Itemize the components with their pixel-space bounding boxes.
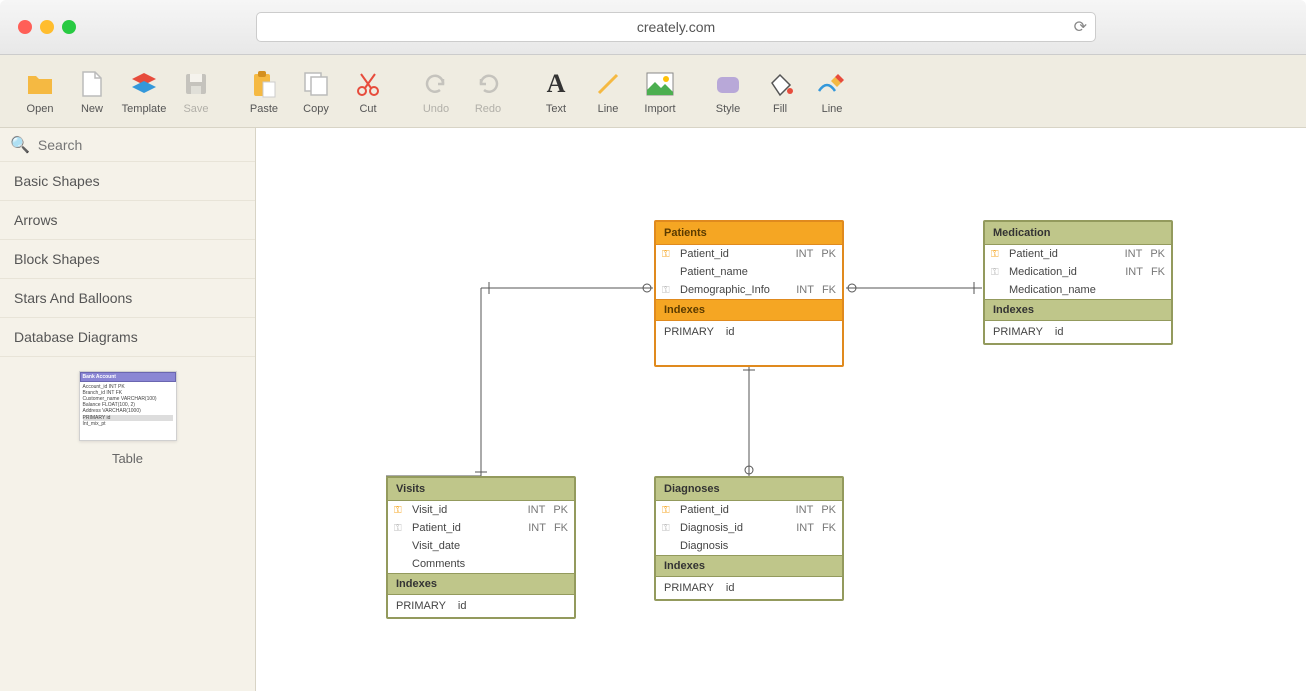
sidebar-item-stars-balloons[interactable]: Stars And Balloons (0, 279, 255, 318)
sidebar-item-database-diagrams[interactable]: Database Diagrams (0, 318, 255, 357)
redo-button[interactable]: Redo (462, 61, 514, 121)
sidebar-item-basic-shapes[interactable]: Basic Shapes (0, 162, 255, 201)
field-row: ⚿Demographic_InfoINTFK (656, 281, 842, 299)
index-row: PRIMARYid (656, 321, 842, 343)
field-row: Patient_name (656, 263, 842, 281)
field-row: ⚿Patient_idINTPK (656, 245, 842, 263)
indexes-header: Indexes (985, 299, 1171, 321)
field-row: ⚿Patient_idINTPK (656, 501, 842, 519)
key-icon: ⚿ (662, 249, 672, 260)
search-input[interactable] (38, 137, 245, 153)
field-row: Visit_date (388, 537, 574, 555)
scissors-icon (352, 68, 384, 100)
url-text: creately.com (637, 19, 715, 35)
style-icon (712, 68, 744, 100)
entity-title: Patients (656, 222, 842, 245)
field-row: ⚿Patient_idINTPK (985, 245, 1171, 263)
layers-icon (128, 68, 160, 100)
cut-button[interactable]: Cut (342, 61, 394, 121)
window-controls (18, 20, 76, 34)
entity-visits[interactable]: Visits ⚿Visit_idINTPK ⚿Patient_idINTFK V… (386, 476, 576, 619)
index-row: PRIMARYid (656, 577, 842, 599)
fill-button[interactable]: Fill (754, 61, 806, 121)
linestyle-button[interactable]: Line (806, 61, 858, 121)
url-bar[interactable]: creately.com ⟳ (256, 12, 1096, 42)
key-icon: ⚿ (662, 523, 672, 534)
save-button[interactable]: Save (170, 61, 222, 121)
field-row: ⚿Diagnosis_idINTFK (656, 519, 842, 537)
sidebar: 🔍 Basic Shapes Arrows Block Shapes Stars… (0, 128, 256, 691)
entity-title: Medication (985, 222, 1171, 245)
sidebar-item-block-shapes[interactable]: Block Shapes (0, 240, 255, 279)
key-icon: ⚿ (394, 505, 404, 516)
clipboard-icon (248, 68, 280, 100)
thumb-label: Table (112, 451, 143, 466)
page-icon (76, 68, 108, 100)
copy-icon (300, 68, 332, 100)
maximize-window-icon[interactable] (62, 20, 76, 34)
undo-icon (420, 68, 452, 100)
image-icon (644, 68, 676, 100)
key-icon: ⚿ (662, 285, 672, 296)
field-row: ⚿Visit_idINTPK (388, 501, 574, 519)
canvas[interactable]: Patients ⚿Patient_idINTPK Patient_name ⚿… (256, 128, 1306, 691)
sidebar-item-arrows[interactable]: Arrows (0, 201, 255, 240)
indexes-header: Indexes (656, 555, 842, 577)
open-button[interactable]: Open (14, 61, 66, 121)
bucket-icon (764, 68, 796, 100)
minimize-window-icon[interactable] (40, 20, 54, 34)
field-row: Comments (388, 555, 574, 573)
style-button[interactable]: Style (702, 61, 754, 121)
pencil-line-icon (816, 68, 848, 100)
folder-icon (24, 68, 56, 100)
index-row: PRIMARYid (388, 595, 574, 617)
key-icon: ⚿ (991, 249, 1001, 260)
text-icon: A (540, 68, 572, 100)
key-icon: ⚿ (991, 267, 1001, 278)
key-icon: ⚿ (662, 505, 672, 516)
field-row: ⚿Patient_idINTFK (388, 519, 574, 537)
browser-chrome: creately.com ⟳ (0, 0, 1306, 55)
entity-patients[interactable]: Patients ⚿Patient_idINTPK Patient_name ⚿… (654, 220, 844, 367)
shape-palette: Bank Account Account_id INT PK Branch_id… (0, 357, 255, 480)
redo-icon (472, 68, 504, 100)
template-button[interactable]: Template (118, 61, 170, 121)
undo-button[interactable]: Undo (410, 61, 462, 121)
field-row: ⚿Medication_idINTFK (985, 263, 1171, 281)
import-button[interactable]: Import (634, 61, 686, 121)
line-button[interactable]: Line (582, 61, 634, 121)
entity-title: Visits (388, 478, 574, 501)
field-row: Medication_name (985, 281, 1171, 299)
table-shape-thumb[interactable]: Bank Account Account_id INT PK Branch_id… (79, 371, 177, 441)
line-icon (592, 68, 624, 100)
indexes-header: Indexes (656, 299, 842, 321)
key-icon: ⚿ (394, 523, 404, 534)
text-button[interactable]: A Text (530, 61, 582, 121)
toolbar: Open New Template Save Paste Copy Cut Un… (0, 55, 1306, 128)
save-icon (180, 68, 212, 100)
copy-button[interactable]: Copy (290, 61, 342, 121)
entity-title: Diagnoses (656, 478, 842, 501)
search-icon: 🔍 (10, 135, 30, 155)
indexes-header: Indexes (388, 573, 574, 595)
entity-medication[interactable]: Medication ⚿Patient_idINTPK ⚿Medication_… (983, 220, 1173, 345)
close-window-icon[interactable] (18, 20, 32, 34)
index-row: PRIMARYid (985, 321, 1171, 343)
paste-button[interactable]: Paste (238, 61, 290, 121)
reload-icon[interactable]: ⟳ (1074, 17, 1087, 37)
new-button[interactable]: New (66, 61, 118, 121)
field-row: Diagnosis (656, 537, 842, 555)
search-row: 🔍 (0, 128, 255, 162)
entity-diagnoses[interactable]: Diagnoses ⚿Patient_idINTPK ⚿Diagnosis_id… (654, 476, 844, 601)
main-area: 🔍 Basic Shapes Arrows Block Shapes Stars… (0, 128, 1306, 691)
